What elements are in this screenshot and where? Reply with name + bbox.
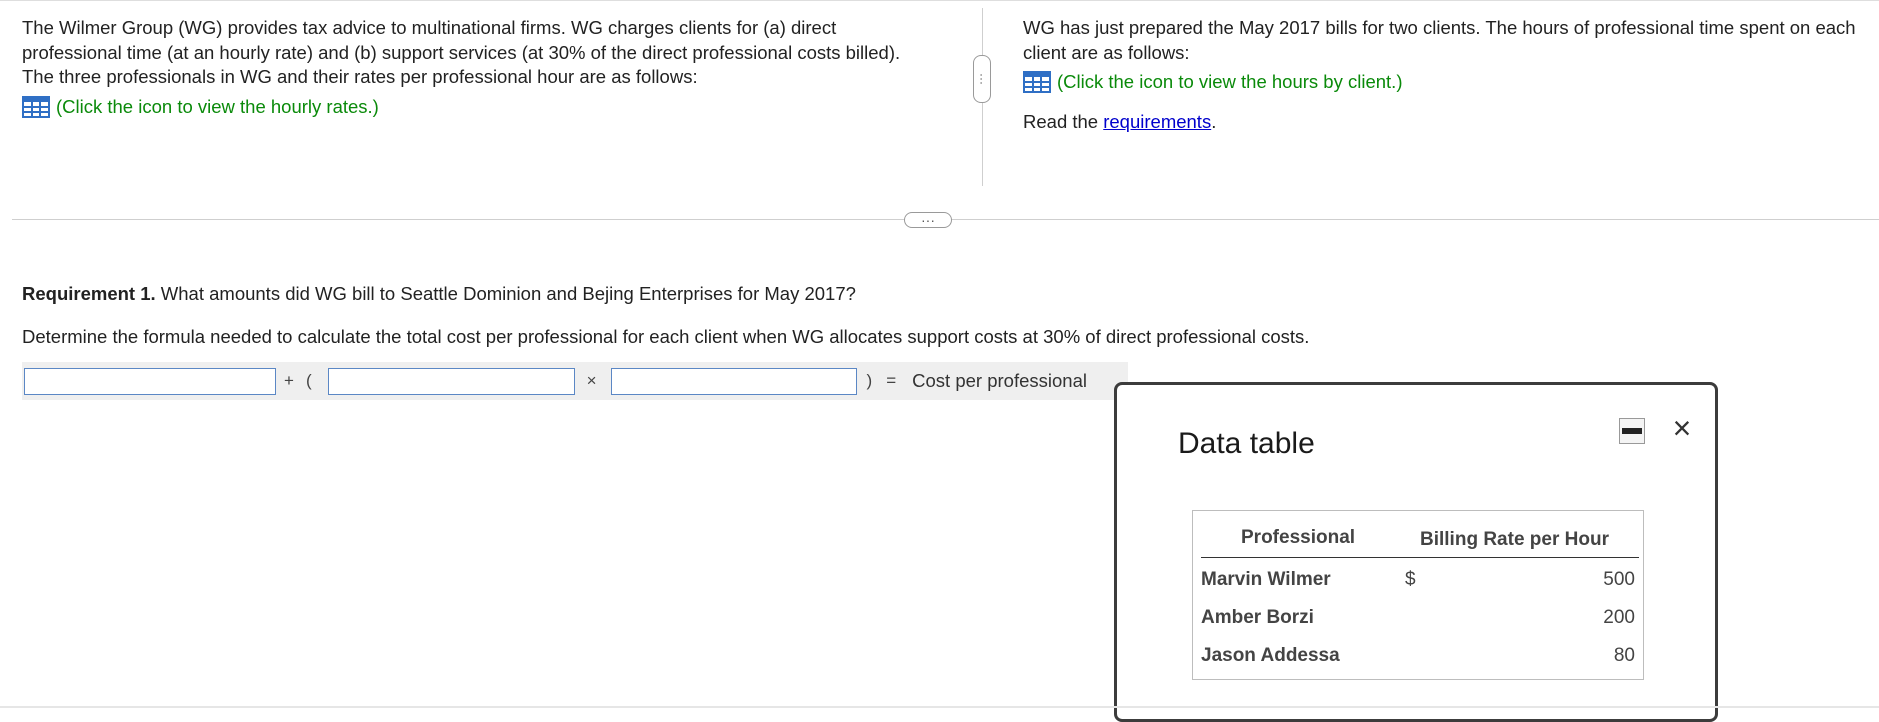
header-rule — [1201, 557, 1639, 558]
horizontal-resize-handle[interactable]: ··· — [904, 212, 952, 228]
modal-title: Data table — [1178, 427, 1315, 460]
formula-input-2[interactable] — [327, 367, 575, 395]
hourly-rates-link[interactable]: (Click the icon to view the hourly rates… — [22, 95, 927, 118]
formula-input-1[interactable] — [24, 367, 276, 395]
problem-intro-text: The Wilmer Group (WG) provides tax advic… — [22, 17, 901, 87]
requirements-link[interactable]: requirements — [1103, 111, 1211, 132]
professional-name: Amber Borzi — [1201, 607, 1314, 628]
formula-instruction: Determine the formula needed to calculat… — [22, 326, 1310, 347]
currency-symbol: $ — [1405, 569, 1416, 590]
billing-rate: 500 — [1603, 569, 1635, 590]
open-paren: ( — [305, 371, 312, 390]
vertical-resize-handle[interactable]: ··· — [973, 55, 991, 103]
read-suffix: . — [1211, 111, 1217, 132]
read-requirements-line: Read the requirements. — [1023, 111, 1879, 133]
hourly-rates-link-text[interactable]: (Click the icon to view the hourly rates… — [56, 96, 379, 118]
requirement-heading: Requirement 1. What amounts did WG bill … — [22, 283, 856, 305]
formula-result-label: Cost per professional — [912, 370, 1087, 391]
data-table-modal: Data table × Professional Billing Rate p… — [1114, 382, 1718, 722]
table-grid-icon[interactable] — [1023, 71, 1051, 93]
table-grid-icon[interactable] — [22, 95, 50, 118]
formula-input-3[interactable] — [610, 367, 857, 395]
read-prefix: Read the — [1023, 111, 1104, 132]
hours-by-client-link[interactable]: (Click the icon to view the hours by cli… — [1023, 71, 1879, 93]
table-row: Marvin Wilmer $ 500 — [1193, 569, 1645, 599]
formula-row: + ( × ) = Cost per professional — [22, 362, 1128, 400]
equals-sign: = — [886, 371, 897, 390]
plus-sign: + — [284, 371, 294, 390]
billing-rate: 200 — [1603, 607, 1635, 628]
requirement-label: Requirement 1. — [22, 283, 156, 304]
close-paren: ) — [866, 371, 873, 390]
requirement-question: What amounts did WG bill to Seattle Domi… — [155, 283, 856, 304]
problem-right-pane: WG has just prepared the May 2017 bills … — [1023, 16, 1879, 133]
top-border — [0, 0, 1879, 1]
professional-name: Jason Addessa — [1201, 645, 1340, 666]
professional-name: Marvin Wilmer — [1201, 569, 1331, 590]
billing-rate: 80 — [1613, 645, 1635, 666]
close-icon[interactable]: × — [1665, 411, 1699, 445]
problem-left-pane: The Wilmer Group (WG) provides tax advic… — [22, 16, 927, 118]
header-billing-rate: Billing Rate per Hour — [1420, 529, 1609, 550]
bills-intro-text: WG has just prepared the May 2017 bills … — [1023, 17, 1856, 63]
table-row: Amber Borzi 200 — [1193, 607, 1645, 637]
table-row: Jason Addessa 80 — [1193, 645, 1645, 675]
hourly-rates-table: Professional Billing Rate per Hour Marvi… — [1192, 510, 1644, 680]
minimize-icon[interactable] — [1619, 418, 1645, 444]
times-sign: × — [586, 371, 597, 390]
hours-by-client-link-text[interactable]: (Click the icon to view the hours by cli… — [1057, 71, 1402, 93]
header-professional: Professional — [1241, 527, 1356, 548]
